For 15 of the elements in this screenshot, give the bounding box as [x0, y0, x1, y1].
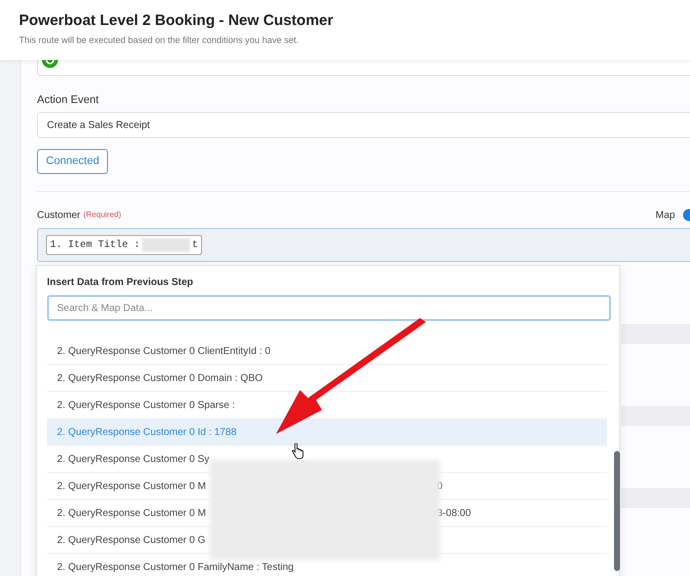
- page-subtitle: This route will be executed based on the filter conditions you have set.: [19, 34, 300, 47]
- connected-button[interactable]: Connected: [37, 149, 108, 174]
- dropdown-title: Insert Data from Previous Step: [47, 276, 194, 289]
- page-title: Powerboat Level 2 Booking - New Customer: [19, 11, 334, 31]
- map-label: Map: [656, 208, 675, 222]
- required-note: (Required): [83, 209, 122, 221]
- customer-field[interactable]: 1. Item Title : t: [37, 228, 690, 262]
- customer-label: Customer: [37, 208, 80, 222]
- app-field[interactable]: [37, 60, 690, 76]
- scrollbar[interactable]: [614, 451, 620, 571]
- hand-cursor-icon: [292, 443, 304, 460]
- action-event-label: Action Event: [37, 93, 100, 106]
- search-field[interactable]: Search & Map Data...: [47, 295, 611, 321]
- item-chip[interactable]: 1. Item Title : t: [46, 235, 202, 255]
- action-event-field[interactable]: Create a Sales Receipt: [37, 112, 690, 138]
